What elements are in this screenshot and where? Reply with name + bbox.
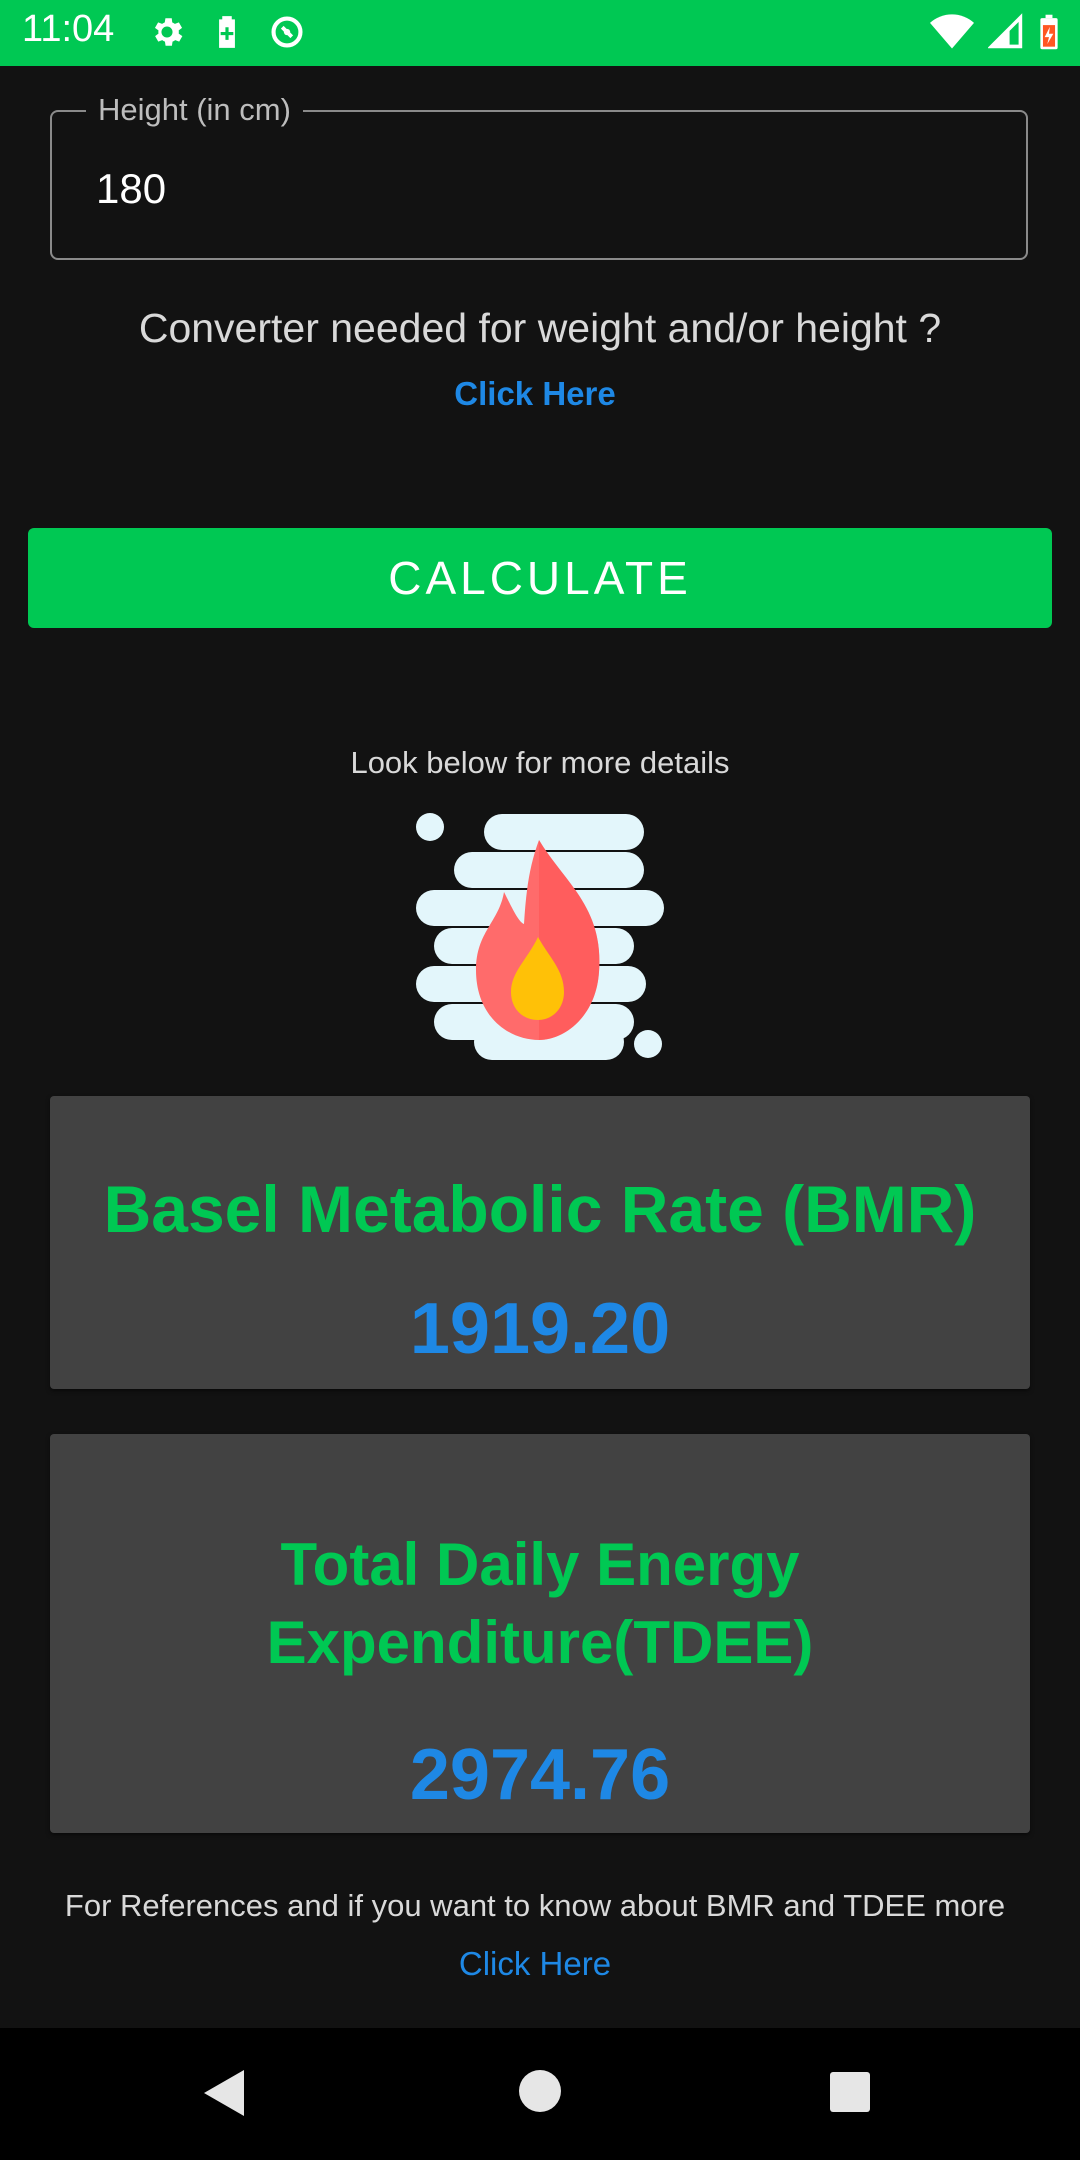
height-field-label: Height (in cm): [86, 92, 303, 128]
calculate-button[interactable]: CALCULATE: [28, 528, 1052, 628]
data-saver-icon: [268, 13, 306, 56]
signal-icon: [987, 13, 1024, 56]
tdee-card: Total Daily Energy Expenditure(TDEE) 297…: [50, 1434, 1030, 1833]
height-field[interactable]: Height (in cm): [50, 92, 1028, 260]
bmr-title: Basel Metabolic Rate (BMR): [103, 1172, 977, 1246]
status-right-icons: [930, 13, 1060, 56]
converter-link[interactable]: Click Here: [0, 375, 1070, 413]
bmr-card: Basel Metabolic Rate (BMR) 1919.20: [50, 1096, 1030, 1389]
navigation-bar: [0, 2028, 1080, 2160]
height-input[interactable]: [94, 164, 978, 214]
home-icon[interactable]: [517, 2068, 563, 2119]
wifi-icon: [930, 13, 974, 56]
battery-icon: [1038, 13, 1060, 56]
tdee-title-line1: Total Daily Energy: [280, 1531, 800, 1598]
tdee-title-line2: Expenditure(TDEE): [266, 1609, 814, 1676]
battery-saver-icon: [208, 13, 246, 56]
details-hint: Look below for more details: [350, 745, 730, 780]
gear-icon: [148, 13, 186, 56]
converter-question: Converter needed for weight and/or heigh…: [138, 305, 942, 351]
recents-icon[interactable]: [828, 2070, 872, 2119]
status-time: 11:04: [22, 8, 115, 50]
bmr-value: 1919.20: [409, 1289, 671, 1369]
tdee-title: Total Daily Energy Expenditure(TDEE): [50, 1526, 1030, 1682]
tdee-value: 2974.76: [409, 1735, 671, 1815]
references-text: For References and if you want to know a…: [64, 1888, 1006, 1923]
status-bar: 11:04: [0, 0, 1080, 66]
references-link[interactable]: Click Here: [0, 1945, 1070, 1983]
fire-icon: [414, 812, 664, 1062]
status-left-icons: [148, 13, 306, 56]
back-icon[interactable]: [200, 2068, 246, 2123]
